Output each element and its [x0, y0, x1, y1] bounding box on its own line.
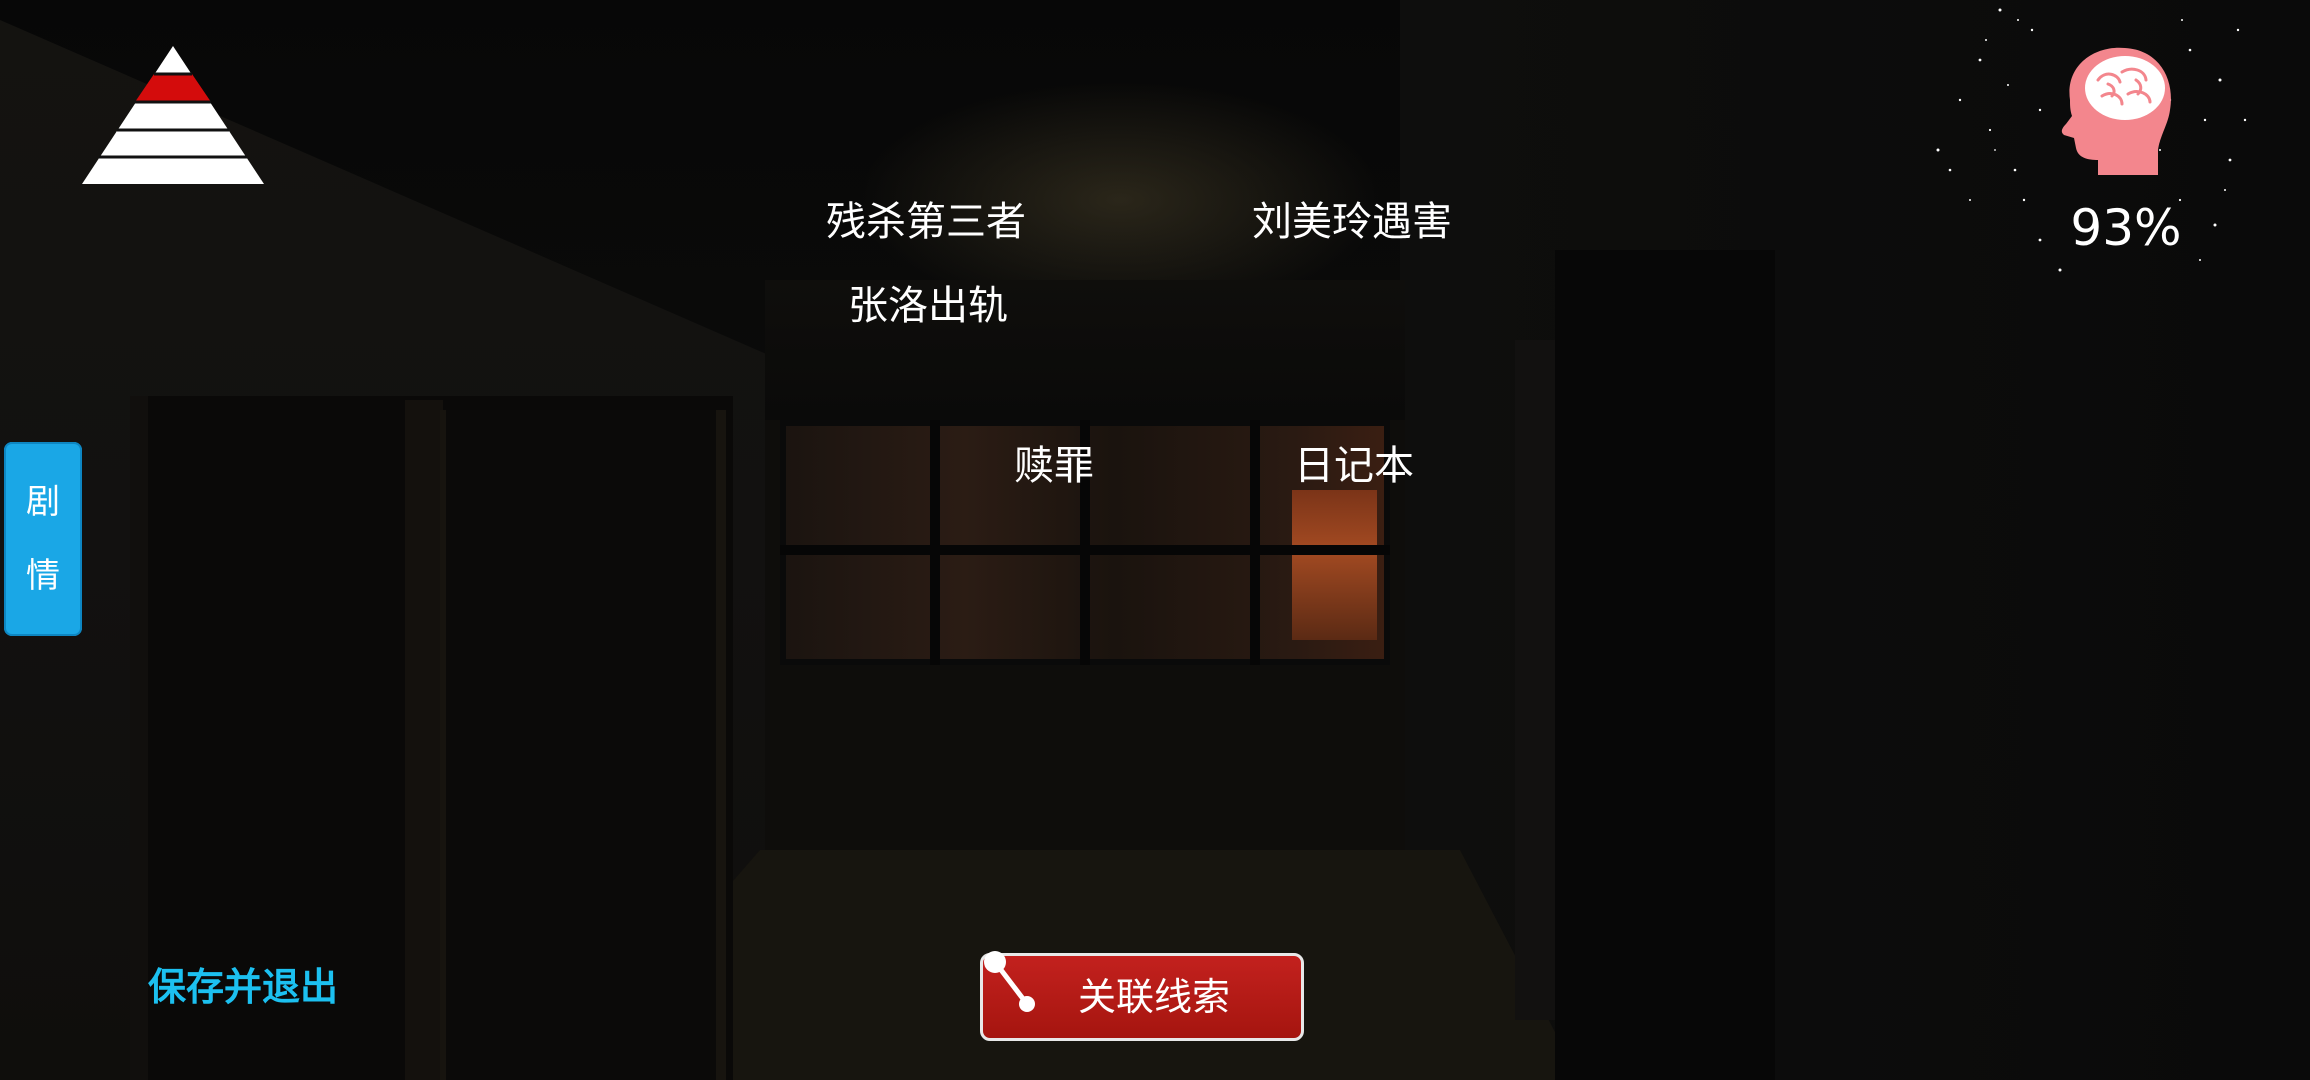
story-tab-char-1: 剧: [26, 482, 60, 522]
connect-clues-button[interactable]: 关联线索: [980, 951, 1304, 1041]
doorway: [1555, 250, 1775, 1080]
sanity-meter: 93%: [1920, 0, 2250, 280]
window-frame: [1250, 420, 1260, 665]
clue-item[interactable]: 日记本: [1294, 442, 1414, 490]
story-tab-char-2: 情: [26, 556, 60, 596]
window-frame: [930, 420, 940, 665]
window-light: [1292, 490, 1377, 640]
connect-link-icon: [984, 951, 1035, 1012]
clue-item[interactable]: 残杀第三者: [826, 198, 1026, 246]
pillar: [1515, 340, 1555, 1020]
brain-head-icon: [2061, 47, 2171, 175]
story-tab[interactable]: 剧 情: [4, 442, 82, 636]
sanity-percentage: 93%: [2070, 199, 2182, 257]
clue-item[interactable]: 刘美玲遇害: [1252, 198, 1452, 246]
wardrobe-door: [440, 410, 726, 1080]
pyramid-progress-icon[interactable]: [80, 44, 266, 186]
save-and-exit-button[interactable]: 保存并退出: [148, 964, 338, 1010]
clue-item[interactable]: 赎罪: [1014, 442, 1094, 490]
wardrobe-divider: [405, 400, 443, 1080]
connect-clues-label: 关联线索: [1078, 975, 1231, 1019]
clue-item[interactable]: 张洛出轨: [848, 282, 1008, 330]
